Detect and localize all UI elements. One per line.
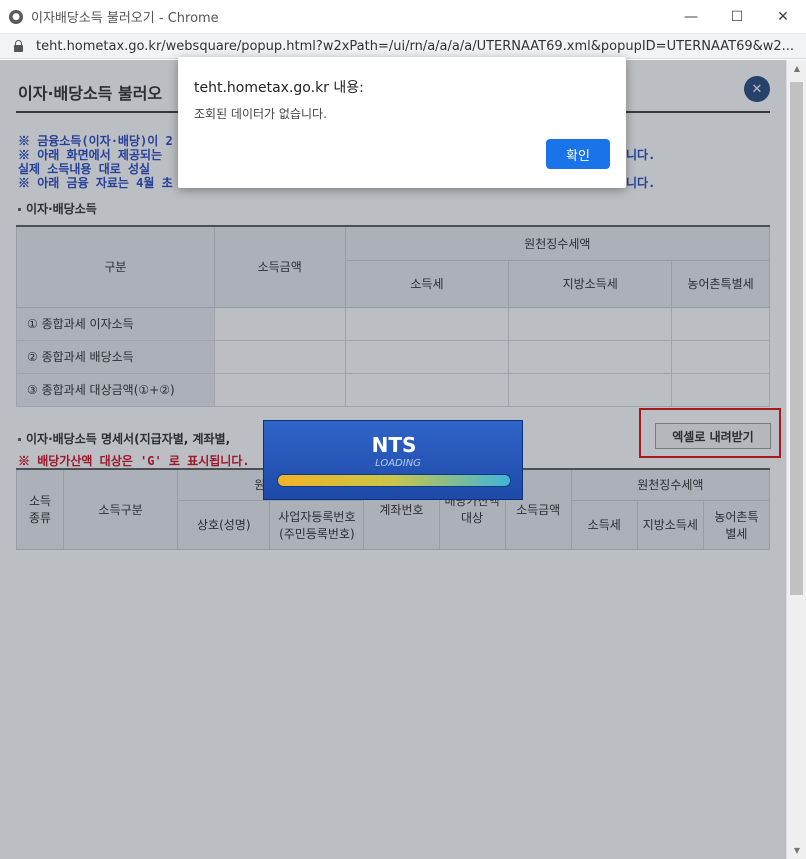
progress-bar [277,474,511,487]
col-income: 소득금액 [213,225,346,308]
section-interest-dividend: 이자·배당소득 [18,200,97,217]
lock-icon[interactable] [13,40,24,52]
col-local-tax: 지방소득세 [508,259,673,308]
alert-dialog: teht.hometax.go.kr 내용: 조회된 데이터가 없습니다. 확인 [178,57,626,188]
window-titlebar: ● 이자배당소득 불러오기 - Chrome — ☐ ✕ [0,0,806,34]
minimize-button[interactable]: — [668,0,714,34]
window-controls: — ☐ ✕ [668,0,806,34]
excel-download-button[interactable]: 엑셀로 내려받기 [655,423,771,449]
address-bar: teht.hometax.go.kr/websquare/popup.html?… [0,34,806,59]
col-withholding: 원천징수세액 [344,225,771,261]
alert-host: teht.hometax.go.kr 내용: [194,80,364,96]
col-company-name: 상호(성명) [177,499,271,550]
notice-line-4: ※ 아래 금융 자료는 4월 초 [18,176,173,190]
table-row: ③ 종합과세 대상금액(①+②) [16,372,770,407]
col-income-type: 소득종류 [15,468,65,550]
col-income-tax: 소득세 [344,259,510,308]
alert-message: 조회된 데이터가 없습니다. [194,107,327,121]
col-category: 구분 [16,225,215,308]
table-row: ① 종합과세 이자소득 [16,306,770,341]
scrollbar-thumb[interactable] [790,82,803,595]
scroll-up-icon[interactable]: ▲ [787,60,806,77]
close-window-button[interactable]: ✕ [760,0,806,34]
row-label: ① 종합과세 이자소득 [16,306,215,341]
loading-brand: NTS [371,433,417,457]
maximize-button[interactable]: ☐ [714,0,760,34]
col-income-tax: 소득세 [570,499,638,550]
globe-icon: ● [9,9,23,24]
scrollbar[interactable]: ▲ ▼ [786,60,806,859]
col-rural-tax: 농어촌특별세 [702,499,771,550]
col-biz-no: 사업자등록번호(주민등록번호) [269,499,365,550]
ok-button[interactable]: 확인 [546,139,610,169]
close-popup-button[interactable]: ✕ [744,76,770,102]
col-income-category: 소득구분 [63,468,179,550]
summary-table: 구분 소득금액 원천징수세액 소득세 지방소득세 농어촌특별세 ① 종합과세 이… [16,225,771,407]
page-title: 이자·배당소득 불러오 [18,84,163,103]
notice-line-4-tail: 니다. [626,176,656,190]
excel-highlight: 엑셀로 내려받기 [639,408,781,458]
col-withholding: 원천징수세액 [570,468,771,501]
url-text[interactable]: teht.hometax.go.kr/websquare/popup.html?… [36,39,796,54]
section-detail: 이자·배당소득 명세서(지급자별, 계좌별, [18,430,230,447]
col-local-tax: 지방소득세 [636,499,704,550]
window-title: 이자배당소득 불러오기 - Chrome [31,11,219,26]
close-icon: ✕ [751,81,763,97]
loading-indicator: NTS LOADING [263,420,523,500]
table-row: ② 종합과세 배당소득 [16,339,770,374]
col-rural-tax: 농어촌특별세 [671,259,770,308]
dividend-note: ※ 배당가산액 대상은 'G' 로 표시됩니다. [18,454,250,468]
scroll-down-icon[interactable]: ▼ [787,842,806,859]
loading-label: LOADING [375,458,421,469]
notice-line-2-tail: 니다. [626,148,656,162]
row-label: ③ 종합과세 대상금액(①+②) [16,372,215,407]
row-label: ② 종합과세 배당소득 [16,339,215,374]
